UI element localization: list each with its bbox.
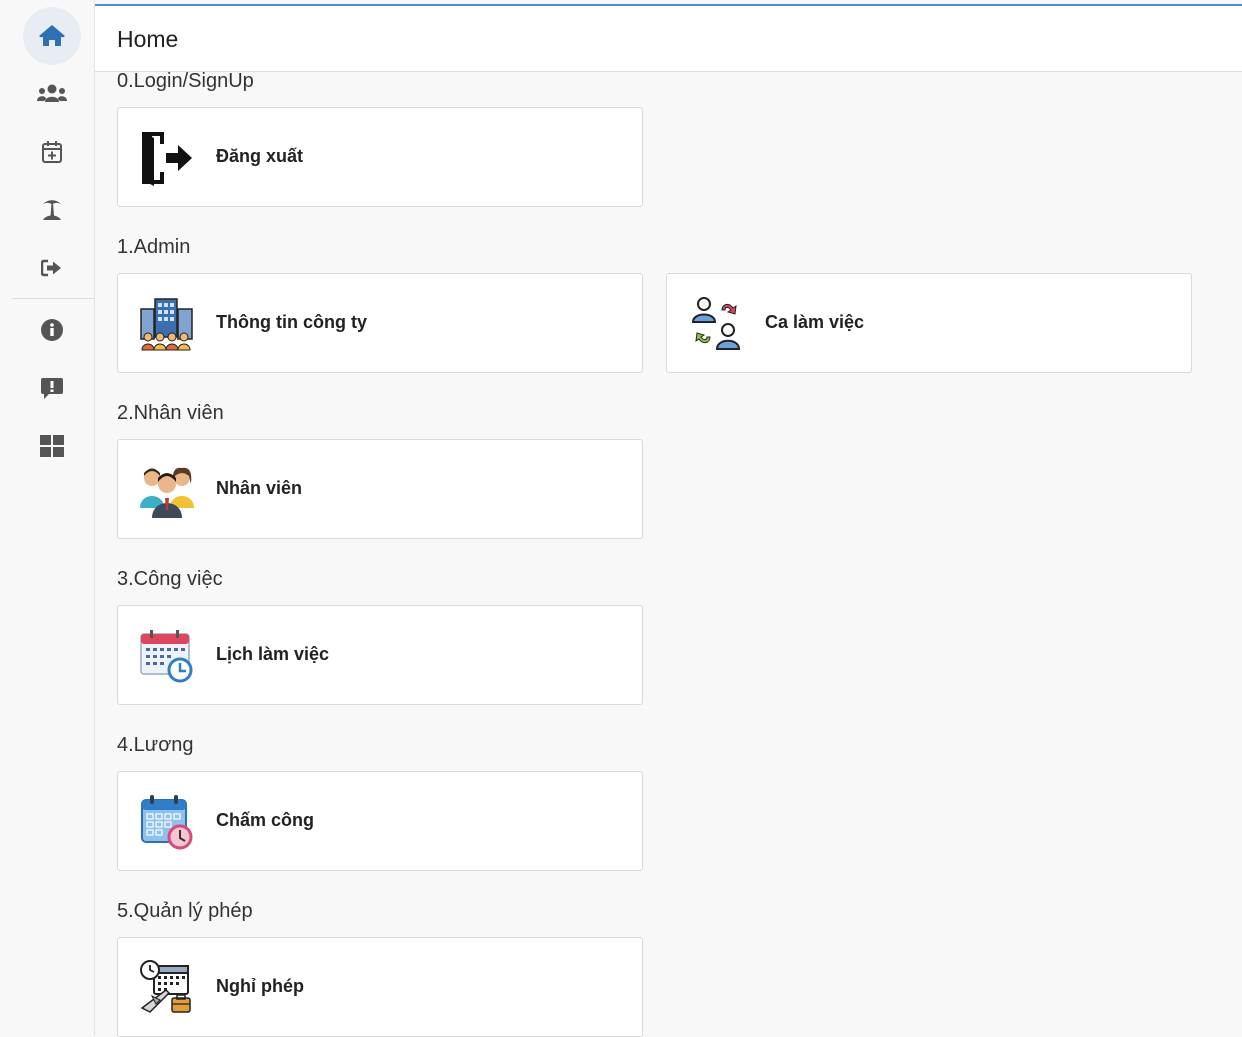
card-label: Lịch làm việc (216, 644, 330, 664)
vacation-icon (140, 960, 191, 1013)
card-timekeeping[interactable]: Chấm công (117, 771, 643, 871)
work-calendar-icon (140, 630, 193, 683)
shift-swap-icon (691, 297, 741, 350)
sidebar-item-users[interactable] (23, 65, 81, 123)
section-title-salary: 4.Lương (117, 734, 194, 756)
card-label: Nghỉ phép (216, 976, 304, 996)
card-vacation[interactable]: Nghỉ phép (117, 937, 643, 1037)
section-title-login: 0.Login/SignUp (117, 70, 254, 92)
sidebar-item-feedback[interactable] (23, 359, 81, 417)
info-icon (41, 319, 63, 341)
card-work-shift[interactable]: Ca làm việc (666, 273, 1192, 373)
card-logout[interactable]: Đăng xuất (117, 107, 643, 207)
home-icon (39, 25, 65, 46)
grid-icon (40, 435, 64, 457)
company-building-icon (140, 298, 193, 351)
timesheet-calendar-icon (141, 795, 193, 850)
card-label: Thông tin công ty (216, 312, 367, 332)
card-company-info[interactable]: Thông tin công ty (117, 273, 643, 373)
sidebar-item-calendar[interactable] (23, 123, 81, 181)
card-label: Nhân viên (216, 478, 303, 498)
sidebar-item-info[interactable] (23, 301, 81, 359)
sign-out-icon (41, 259, 61, 277)
card-employees[interactable]: Nhân viên (117, 439, 643, 539)
section-title-leave: 5.Quản lý phép (117, 900, 253, 922)
users-icon (37, 84, 67, 102)
employees-icon (140, 467, 194, 518)
section-title-employees: 2.Nhân viên (117, 402, 224, 424)
card-label: Đăng xuất (216, 146, 304, 166)
island-icon (43, 200, 61, 220)
page-header: Home (95, 6, 1242, 72)
calendar-plus-icon (42, 141, 62, 163)
sidebar (0, 0, 95, 1036)
feedback-icon (41, 378, 63, 399)
sidebar-item-dashboard[interactable] (23, 417, 81, 475)
card-label: Ca làm việc (765, 312, 865, 332)
section-title-work: 3.Công việc (117, 568, 223, 590)
sidebar-item-home[interactable] (23, 7, 81, 65)
sidebar-item-leave[interactable] (23, 181, 81, 239)
sidebar-divider (12, 298, 95, 299)
logout-door-icon (142, 132, 192, 186)
card-work-schedule[interactable]: Lịch làm việc (117, 605, 643, 705)
sidebar-item-logout[interactable] (23, 239, 81, 297)
card-label: Chấm công (216, 810, 315, 830)
section-title-admin: 1.Admin (117, 236, 191, 258)
page-title: Home (117, 26, 179, 52)
